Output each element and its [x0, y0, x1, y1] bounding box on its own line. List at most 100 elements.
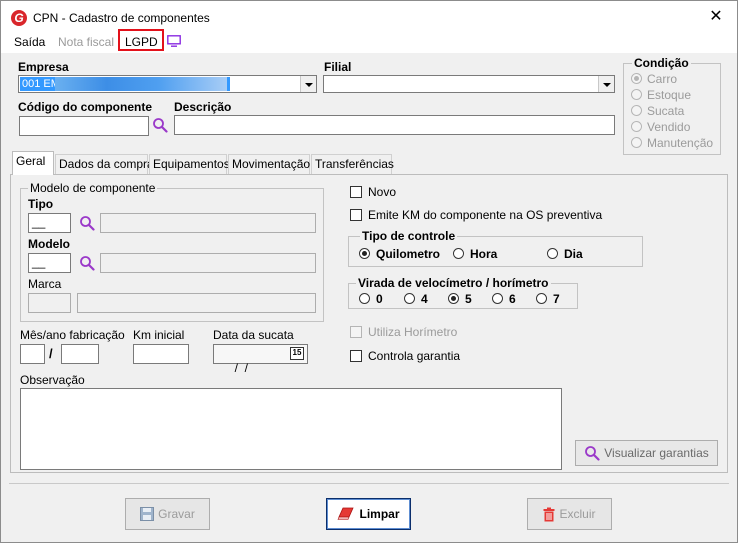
type-description-field — [100, 213, 316, 233]
tab-dados-compra-label: Dados da compra — [59, 157, 154, 171]
new-label: Novo — [368, 185, 397, 199]
tab-movimentacao[interactable]: Movimentação — [228, 154, 310, 174]
odometer-radio-6[interactable] — [492, 293, 503, 304]
condition-label-sucata: Sucata — [647, 104, 685, 118]
clear-label: Limpar — [359, 507, 400, 521]
menu-exit[interactable]: Saída — [14, 35, 45, 49]
main-window: G CPN - Cadastro de componentes ✕ Saída … — [0, 0, 738, 543]
title-bar: G CPN - Cadastro de componentes ✕ — [1, 1, 737, 33]
odometer-turn-title: Virada de velocímetro / horímetro — [356, 276, 551, 290]
tab-geral[interactable]: Geral — [12, 151, 54, 175]
tab-transferencias[interactable]: Transferências — [311, 154, 394, 174]
manufacture-year-input[interactable] — [61, 344, 99, 364]
tab-equipamentos-label: Equipamentos — [153, 157, 230, 171]
floppy-disk-icon — [140, 507, 155, 521]
control-label-quilometro: Quilometro — [376, 247, 441, 261]
description-label: Descrição — [174, 100, 232, 114]
view-warranties-label: Visualizar garantias — [604, 446, 709, 460]
delete-label: Excluir — [559, 507, 596, 521]
model-group-title: Modelo de componente — [28, 181, 158, 195]
save-label: Gravar — [158, 507, 195, 521]
search-icon[interactable] — [152, 117, 168, 133]
manufacture-separator: / — [49, 346, 53, 361]
window-title: CPN - Cadastro de componentes — [33, 11, 210, 25]
tab-movimentacao-label: Movimentação — [232, 157, 311, 171]
condition-title: Condição — [632, 56, 691, 70]
new-checkbox[interactable] — [350, 186, 362, 198]
tab-dados-compra[interactable]: Dados da compra — [55, 154, 154, 174]
type-label: Tipo — [28, 197, 54, 211]
condition-label-manutencao: Manutenção — [647, 136, 714, 150]
calendar-day: 15 — [292, 348, 302, 357]
monitor-icon[interactable] — [167, 35, 181, 47]
emit-km-label: Emite KM do componente na OS preventiva — [368, 208, 603, 222]
close-icon[interactable]: ✕ — [707, 8, 725, 26]
odometer-radio-7[interactable] — [536, 293, 547, 304]
condition-radio-manutencao[interactable] — [631, 137, 642, 148]
odometer-radio-0[interactable] — [359, 293, 370, 304]
condition-radio-vendido[interactable] — [631, 121, 642, 132]
clear-button[interactable]: Limpar — [326, 498, 411, 530]
condition-radio-estoque[interactable] — [631, 89, 642, 100]
scrap-date-label: Data da sucata — [213, 328, 294, 342]
control-label-hora: Hora — [470, 247, 498, 261]
condition-radio-sucata[interactable] — [631, 105, 642, 116]
component-code-input[interactable] — [19, 116, 149, 136]
model-value: __ — [32, 255, 46, 269]
control-label-dia: Dia — [564, 247, 583, 261]
tab-transferencias-label: Transferências — [315, 157, 394, 171]
odometer-radio-5[interactable] — [448, 293, 459, 304]
control-radio-quilometro[interactable] — [359, 248, 370, 259]
condition-label-vendido: Vendido — [647, 120, 691, 134]
tab-equipamentos[interactable]: Equipamentos — [149, 154, 230, 174]
control-radio-hora[interactable] — [453, 248, 464, 259]
trash-icon — [543, 507, 555, 521]
observation-label: Observação — [20, 373, 85, 387]
manufacture-label: Mês/ano fabricação — [20, 328, 125, 342]
km-input[interactable] — [133, 344, 189, 364]
menu-invoice[interactable]: Nota fiscal — [58, 35, 114, 49]
chevron-down-icon[interactable] — [598, 76, 614, 92]
model-input[interactable]: __ — [28, 253, 71, 273]
delete-button[interactable]: Excluir — [527, 498, 612, 530]
eraser-icon — [338, 507, 355, 520]
tab-geral-label: Geral — [16, 154, 46, 168]
odometer-radio-4[interactable] — [404, 293, 415, 304]
odometer-label-0: 0 — [376, 292, 383, 306]
search-icon — [585, 446, 600, 461]
emit-km-checkbox[interactable] — [350, 209, 362, 221]
brand-code-field — [28, 293, 71, 313]
odometer-label-6: 6 — [509, 292, 516, 306]
save-button[interactable]: Gravar — [125, 498, 210, 530]
manufacture-month-input[interactable] — [20, 344, 45, 364]
view-warranties-button[interactable]: Visualizar garantias — [575, 440, 718, 466]
scrap-date-value: / / — [231, 361, 249, 375]
app-logo-icon: G — [11, 10, 27, 26]
company-label: Empresa — [18, 60, 69, 74]
control-radio-dia[interactable] — [547, 248, 558, 259]
branch-select[interactable] — [323, 75, 615, 93]
bottom-separator — [9, 483, 729, 484]
type-value: __ — [32, 215, 46, 229]
observation-textarea[interactable] — [20, 388, 562, 470]
use-hourmeter-checkbox[interactable] — [350, 326, 362, 338]
search-icon[interactable] — [79, 255, 95, 271]
redacted-company-name — [55, 77, 227, 91]
company-select[interactable]: 001 EM — [18, 75, 317, 93]
description-input[interactable] — [174, 115, 615, 135]
component-code-label: Código do componente — [18, 100, 152, 114]
use-hourmeter-label: Utiliza Horímetro — [368, 325, 458, 339]
brand-description-field — [77, 293, 316, 313]
search-icon[interactable] — [79, 215, 95, 231]
brand-label: Marca — [28, 277, 62, 291]
branch-label: Filial — [324, 60, 352, 74]
menu-lgpd[interactable]: LGPD — [125, 35, 158, 49]
condition-radio-carro[interactable] — [631, 73, 642, 84]
km-label: Km inicial — [133, 328, 185, 342]
calendar-icon[interactable]: 15 — [290, 347, 304, 360]
warranty-control-checkbox[interactable] — [350, 350, 362, 362]
odometer-label-5: 5 — [465, 292, 472, 306]
chevron-down-icon[interactable] — [300, 76, 316, 92]
type-input[interactable]: __ — [28, 213, 71, 233]
condition-label-estoque: Estoque — [647, 88, 692, 102]
